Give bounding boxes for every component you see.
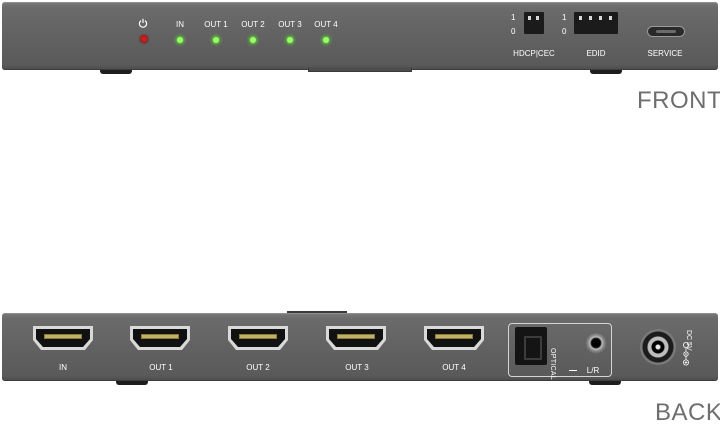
edid-one-label: 1 <box>562 13 567 22</box>
out1-led <box>213 37 219 43</box>
out3-led-label: OUT 3 <box>278 20 302 29</box>
optical-label: OPTICAL <box>549 348 556 381</box>
hdmi-out2-port[interactable] <box>227 325 289 351</box>
out4-led-label: OUT 4 <box>314 20 338 29</box>
lr-audio-jack[interactable] <box>585 332 607 354</box>
audio-separator-dash <box>569 370 577 371</box>
optical-port[interactable] <box>515 327 547 365</box>
hdmi-out4-label: OUT 4 <box>442 363 466 372</box>
back-foot-left <box>116 381 148 385</box>
out2-led <box>250 37 256 43</box>
out1-led-label: OUT 1 <box>204 20 228 29</box>
hdmi-out2-label: OUT 2 <box>246 363 270 372</box>
hdcp-cec-one-label: 1 <box>511 13 516 22</box>
back-side-label: BACK <box>655 399 720 424</box>
out3-led <box>287 37 293 43</box>
hdmi-out1-port[interactable] <box>129 325 191 351</box>
hdmi-in-label: IN <box>59 363 67 372</box>
hdmi-out1-label: OUT 1 <box>149 363 173 372</box>
service-label: SERVICE <box>647 49 683 58</box>
edid-zero-label: 0 <box>562 27 567 36</box>
edid-dip-switch[interactable] <box>574 12 618 34</box>
dc-polarity-icon <box>683 342 689 366</box>
service-usb-c-port[interactable] <box>647 26 685 37</box>
power-icon <box>138 18 148 28</box>
edid-label: EDID <box>586 49 606 58</box>
dc-power-jack[interactable] <box>640 329 676 365</box>
hdmi-out4-port[interactable] <box>423 325 485 351</box>
hdmi-in-port[interactable] <box>32 325 94 351</box>
front-panel-notch <box>308 68 412 72</box>
hdcp-cec-label: HDCP|CEC <box>513 49 555 58</box>
out2-led-label: OUT 2 <box>241 20 265 29</box>
lr-label: L/R <box>586 366 600 375</box>
in-led <box>177 37 183 43</box>
in-led-label: IN <box>176 20 184 29</box>
hdcp-cec-dip-switch[interactable] <box>524 12 544 34</box>
out4-led <box>323 37 329 43</box>
back-foot-right <box>589 381 621 385</box>
hdmi-out3-port[interactable] <box>325 325 387 351</box>
front-foot-left <box>100 70 132 74</box>
hdmi-out3-label: OUT 3 <box>345 363 369 372</box>
power-led <box>141 36 147 42</box>
hdcp-cec-zero-label: 0 <box>511 27 516 36</box>
front-side-label: FRONT <box>637 87 720 114</box>
front-foot-right <box>590 70 622 74</box>
